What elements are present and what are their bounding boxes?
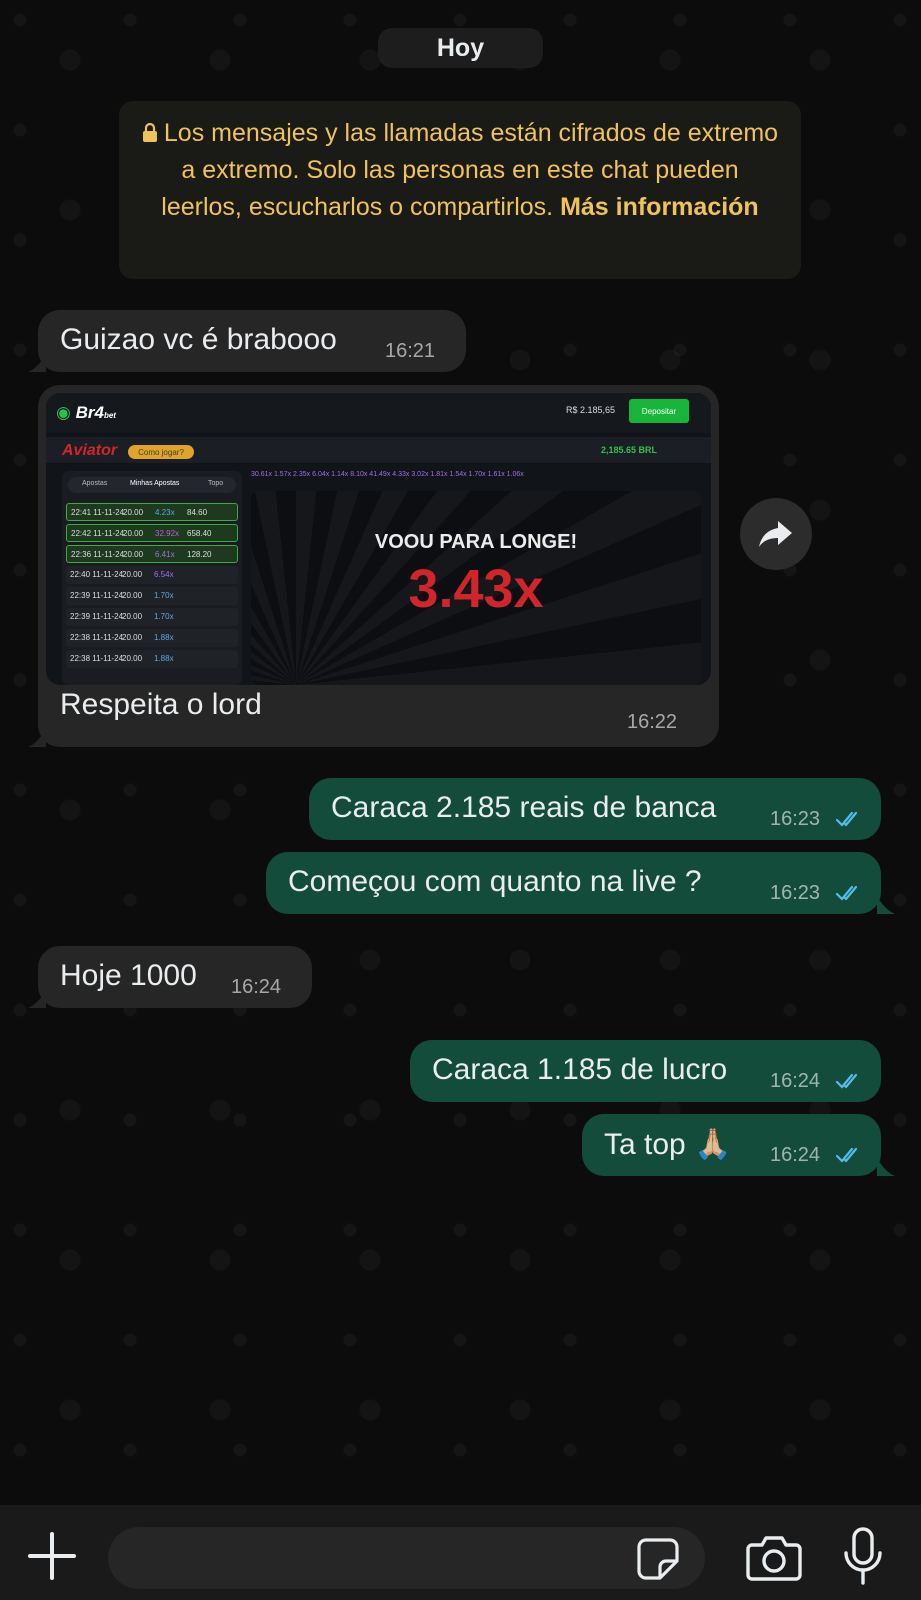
message-time: 16:23 — [770, 882, 821, 904]
bet-row: 22:42 11-11-24 20.00 32.92x 658.40 — [66, 524, 238, 542]
message-time: 16:23 — [770, 808, 821, 830]
message-time: 16:24 — [770, 1144, 821, 1166]
tab-bets: Apostas — [82, 480, 108, 487]
site-balance: R$ 2.185,65 — [566, 405, 616, 415]
date-separator: Hoy — [378, 28, 543, 68]
camera-icon[interactable] — [746, 1533, 802, 1581]
crash-multiplier: 3.43x — [408, 559, 544, 619]
outgoing-message[interactable]: Ta top 🙏🏼 16:24 — [582, 1114, 881, 1176]
flew-away-text: VOOU PARA LONGE! — [374, 531, 578, 553]
forward-icon — [759, 521, 792, 547]
message-time: 16:24 — [770, 1070, 821, 1092]
message-time: 16:24 — [231, 976, 282, 998]
lock-icon — [142, 123, 157, 142]
bubble-tail — [28, 354, 46, 372]
more-info-link[interactable]: Más información — [560, 193, 759, 221]
bet-row: 22:41 11-11-24 20.00 4.23x 84.60 — [66, 503, 238, 521]
bet-row: 22:40 11-11-24 20.00 6.54x — [66, 566, 238, 584]
bet-row: 22:38 11-11-24 20.00 1.88x — [66, 629, 238, 647]
outgoing-message[interactable]: Caraca 2.185 reais de banca 16:23 — [309, 778, 881, 840]
bubble-tail — [28, 729, 46, 747]
bets-panel: Apostas Minhas Apostas Topo 22:41 11-11-… — [62, 471, 242, 685]
microphone-icon[interactable] — [843, 1527, 883, 1585]
read-ticks-icon — [835, 1073, 858, 1089]
outgoing-message[interactable]: Caraca 1.185 de lucro 16:24 — [410, 1040, 881, 1102]
sticker-icon[interactable] — [636, 1537, 680, 1581]
outgoing-message[interactable]: Começou com quanto na live ? 16:23 — [266, 852, 881, 914]
site-logo: ◉ Br4bet — [56, 403, 116, 422]
image-caption: Respeita o lord — [60, 688, 262, 721]
bet-row: 22:39 11-11-24 20.00 1.70x — [66, 608, 238, 626]
message-text: Hoje 1000 — [60, 959, 197, 992]
bubble-tail — [877, 1158, 895, 1176]
tab-top: Topo — [208, 480, 224, 487]
forward-button[interactable] — [740, 498, 812, 570]
message-time: 16:21 — [385, 340, 436, 362]
message-text: Caraca 2.185 reais de banca — [331, 791, 717, 824]
tab-my-bets: Minhas Apostas — [130, 480, 180, 487]
bubble-tail — [28, 990, 46, 1008]
bet-row: 22:36 11-11-24 20.00 6.41x 128.20 — [66, 545, 238, 563]
deposit-button: Depositar — [629, 399, 689, 423]
bet-row: 22:38 11-11-24 20.00 1.88x — [66, 650, 238, 668]
game-balance: 2,185.65 BRL — [601, 445, 658, 455]
message-time: 16:22 — [627, 711, 678, 733]
multiplier-history: 30.61x 1.57x 2.35x 6.04x 1.14x 8.10x 41.… — [251, 471, 524, 478]
incoming-image-message[interactable]: ◉ Br4bet R$ 2.185,65 Depositar Aviator C… — [38, 385, 719, 747]
incoming-message[interactable]: Hoje 1000 16:24 — [38, 946, 312, 1008]
how-to-play-badge: Como jogar? — [128, 445, 194, 459]
encryption-notice[interactable]: Los mensajes y las llamadas están cifrad… — [119, 101, 801, 279]
read-ticks-icon — [835, 885, 858, 901]
game-name: Aviator — [62, 442, 118, 459]
shared-screenshot[interactable]: ◉ Br4bet R$ 2.185,65 Depositar Aviator C… — [46, 393, 711, 685]
message-text: Caraca 1.185 de lucro — [432, 1053, 728, 1086]
message-text: Guizao vc é brabooo — [60, 323, 337, 356]
plus-icon[interactable] — [26, 1530, 78, 1582]
message-text: Começou com quanto na live ? — [288, 865, 702, 898]
bet-row: 22:39 11-11-24 20.00 1.70x — [66, 587, 238, 605]
read-ticks-icon — [835, 1147, 858, 1163]
message-input[interactable] — [108, 1527, 705, 1589]
bubble-tail — [877, 896, 895, 914]
bets-tabs: Apostas Minhas Apostas Topo — [68, 477, 236, 493]
read-ticks-icon — [835, 811, 858, 827]
message-text: Ta top 🙏🏼 — [604, 1128, 732, 1161]
incoming-message[interactable]: Guizao vc é brabooo 16:21 — [38, 310, 466, 372]
